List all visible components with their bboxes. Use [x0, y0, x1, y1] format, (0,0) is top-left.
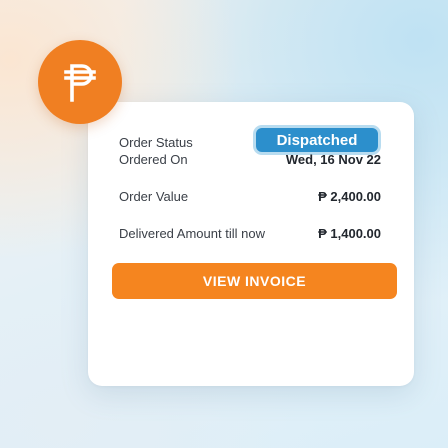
delivered-amount-label: Delivered Amount till now: [119, 226, 265, 241]
ordered-on-label: Ordered On: [119, 152, 188, 167]
delivered-amount-row: Delivered Amount till now ₱ 1,400.00: [119, 226, 381, 241]
ordered-on-value: Wed, 16 Nov 22: [285, 152, 381, 167]
currency-badge: [38, 40, 122, 124]
order-value-label: Order Value: [119, 189, 189, 204]
peso-icon: [64, 64, 96, 102]
order-value-amount: ₱ 2,400.00: [318, 189, 381, 204]
order-status-label: Order Status: [119, 135, 193, 150]
view-invoice-button[interactable]: VIEW INVOICE: [112, 263, 397, 299]
order-value-row: Order Value ₱ 2,400.00: [119, 189, 381, 204]
ordered-on-row: Ordered On Wed, 16 Nov 22: [119, 152, 381, 167]
delivered-amount-value: ₱ 1,400.00: [318, 226, 381, 241]
order-status-badge: Dispatched: [256, 128, 378, 152]
